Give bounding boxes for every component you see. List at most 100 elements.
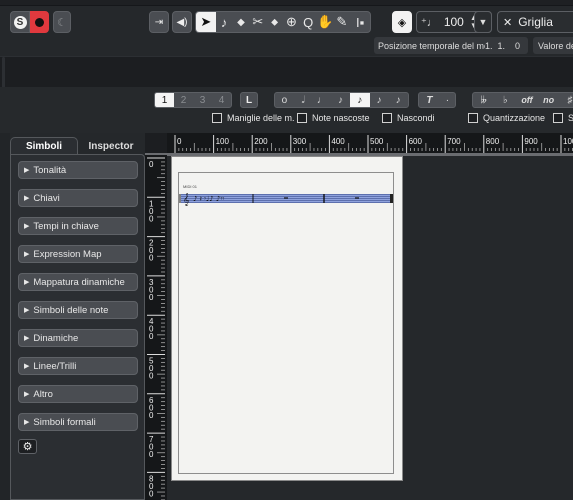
section-linee-trilli[interactable]: ▶ Linee/Trilli [18,357,138,375]
checkbox-handles[interactable]: Maniglie delle m. [212,113,295,123]
empty-toolbar-band [0,56,573,88]
voice-4-button[interactable]: 4 [212,93,231,107]
settings-button[interactable]: ⚙ [18,439,37,454]
checkbox-box[interactable] [297,113,307,123]
velocity-dropdown[interactable]: ▼ [474,11,492,33]
snap-icon: ✕ [503,16,513,29]
l-button[interactable]: L [240,92,258,108]
ghost-mode-button[interactable]: ☾ [53,11,71,33]
speaker-button[interactable]: ◀) [172,11,192,33]
section-label: Altro [33,388,53,400]
no-button[interactable]: no [538,93,560,107]
treble-clef-icon: 𝄞 [183,193,190,206]
arrow-tool[interactable]: ➤ [196,12,216,32]
section-label: Expression Map [33,248,102,260]
double-flat-button[interactable]: 𝄫 [473,93,495,107]
solo-button[interactable]: S [10,11,30,33]
eraser-icon: ◆ [237,16,245,28]
checkbox-box[interactable] [553,113,563,123]
section-simboli-note[interactable]: ▶ Simboli delle note [18,301,138,319]
chevron-down-icon: ▼ [478,17,488,27]
double-flat-icon: 𝄫 [480,94,487,106]
whole-note-icon: o [281,94,288,106]
ruler-label: 0 [149,214,154,223]
section-mappatura-dinamiche[interactable]: ▶ Mappatura dinamiche [18,273,138,291]
ruler-label: 0 [149,293,154,302]
expand-triangle-icon: ▶ [24,419,30,426]
hand-icon: ✋ [316,14,334,29]
ruler-label: 0 [149,254,154,263]
solo-icon: S [13,15,27,29]
section-simboli-formali[interactable]: ▶ Simboli formali [18,413,138,431]
zoom-tool[interactable]: ⊕ [283,12,300,32]
moon-icon: ☾ [57,16,67,29]
eighth-note-button[interactable]: ♪ [331,93,350,107]
checkbox-s[interactable]: S [553,113,573,123]
flat-button[interactable]: ♭ [495,93,517,107]
checkbox-box[interactable] [468,113,478,123]
dot-button[interactable]: · [440,93,455,107]
speaker-icon: ◀) [176,16,188,28]
hand-tool[interactable]: ✋ [317,12,334,32]
ruler-label: 500 [370,137,384,146]
tab-inspector[interactable]: Inspector [78,137,144,155]
section-tonalita[interactable]: ▶ Tonalità [18,161,138,179]
voice-3-button[interactable]: 3 [193,93,212,107]
sharp-icon: ♯ [567,94,573,106]
value-field: Valore de [533,37,573,54]
checkbox-hide[interactable]: Nascondi [382,113,435,123]
section-expression-map[interactable]: ▶ Expression Map [18,245,138,263]
lasso-tool[interactable]: Q [300,12,317,32]
voice-2-button[interactable]: 2 [174,93,193,107]
off-button[interactable]: off [516,93,538,107]
gear-icon: ⚙ [22,441,33,453]
expand-triangle-icon: ▶ [24,251,30,258]
checkbox-label: Note nascoste [312,113,370,123]
ruler-label: 100 [216,137,230,146]
section-tempi-in-chiave[interactable]: ▶ Tempi in chiave [18,217,138,235]
expand-triangle-icon: ▶ [24,279,30,286]
grid-select[interactable]: ✕ Griglia [497,11,573,33]
view-toggle-button[interactable]: ◈ [392,11,412,33]
record-button[interactable] [30,11,49,33]
section-altro[interactable]: ▶ Altro [18,385,138,403]
tuplet-button[interactable]: T [419,93,440,107]
mouse-position-value: 1. 1. 0 [485,40,521,51]
eraser-tool[interactable]: ◆ [233,12,250,32]
scissors-tool[interactable]: ✂ [249,12,266,32]
page-margin-frame [178,172,394,474]
glue-tool[interactable]: ⬥ [266,12,283,32]
pencil-tool[interactable]: ✎ [333,12,350,32]
expand-triangle-icon: ▶ [24,195,30,202]
ruler-label: 900 [524,137,538,146]
checkbox-box[interactable] [212,113,222,123]
checkbox-hidden-notes[interactable]: Note nascoste [297,113,370,123]
text-tool[interactable]: I▪ [350,12,370,32]
tuplet-group: T · [418,92,456,108]
tab-simboli[interactable]: Simboli [10,137,78,155]
horizontal-ruler[interactable]: 0 100 200 300 400 500 600 700 800 900 100 [167,133,573,153]
sixtyfourth-note-button[interactable]: ♪ [388,93,408,107]
staff-system[interactable]: 𝄞 ♪ 𝄽 𝄾♩♪ ♪𝄾𝄾 [179,191,395,209]
checkbox-box[interactable] [382,113,392,123]
section-label: Tonalità [33,164,67,176]
checkbox-quantize[interactable]: Quantizzazione [468,113,545,123]
note-tool[interactable]: ♪ [216,12,233,32]
toolbar: S ☾ ⇥ ◀) ➤ ♪ ◆ ✂ ⬥ ⊕ Q ✋ ✎ I▪ ◈ ⁺♩ 100 ▲… [0,6,573,36]
sixteenth-note-button[interactable]: ♪ [349,93,370,107]
section-chiavi[interactable]: ▶ Chiavi [18,189,138,207]
section-dinamiche[interactable]: ▶ Dinamiche [18,329,138,347]
ruler-label: 400 [331,137,345,146]
split-button[interactable]: ⇥ [149,11,169,33]
track-name: MIDI 01 [183,184,198,189]
whole-note-button[interactable]: o [275,93,294,107]
vertical-ruler[interactable]: 0100200300400500600700800 [145,155,167,500]
sharp-button[interactable]: ♯ [559,93,573,107]
voice-1-button[interactable]: 1 [155,93,174,107]
half-note-button[interactable]: 𝅗𝅥 [294,93,313,107]
thirtysecond-note-button[interactable]: ♪ [370,93,389,107]
glue-icon: ⬥ [271,16,279,28]
quarter-note-button[interactable]: ♩ [312,93,331,107]
arrow-icon: ➤ [200,14,212,29]
checkbox-label: Nascondi [397,113,435,123]
